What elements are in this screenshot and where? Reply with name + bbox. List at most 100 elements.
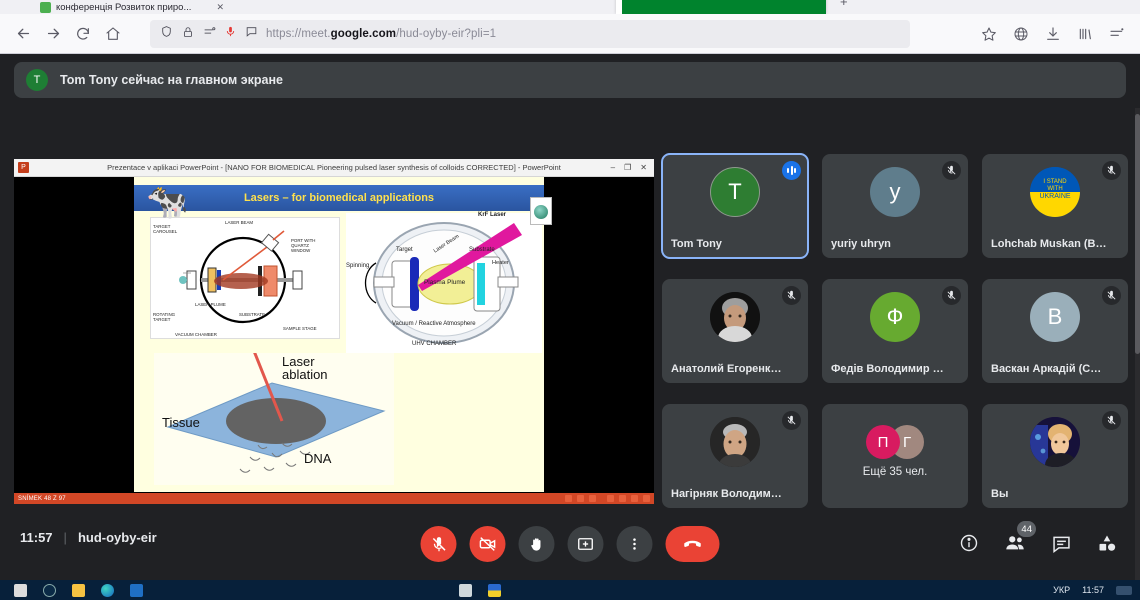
participant-tile-you[interactable]: Вы (982, 404, 1128, 508)
participant-tile-anatoliy-egorenko[interactable]: Анатолий Егоренк… (662, 279, 808, 383)
browser-navigation-bar: https://meet.google.com/hud-oyby-eir?pli… (0, 14, 1140, 54)
permissions-icon[interactable] (203, 25, 216, 43)
phone-hangup-icon (684, 540, 701, 547)
microphone-off-button[interactable] (420, 526, 457, 562)
close-icon[interactable]: ✕ (640, 163, 647, 172)
browser-tab-meet-active[interactable]: ВОСПРОИЗВОДИТСЯ ✕ (616, 0, 826, 14)
home-icon[interactable] (98, 19, 128, 49)
mic-muted-icon (782, 411, 801, 430)
translate-globe-icon[interactable] (1006, 19, 1036, 49)
file-explorer-icon[interactable] (72, 583, 85, 597)
participant-tile-nahirnyak-volodymyr[interactable]: Нагірняк Володим… (662, 404, 808, 508)
app-menu-icon[interactable] (1102, 19, 1132, 49)
browser-toolbar-right (974, 19, 1132, 49)
avatar-photo (710, 417, 760, 467)
chat-icon (1052, 536, 1070, 553)
participant-tile-more-people[interactable]: П Г Ещё 35 чел. (822, 404, 968, 508)
meeting-details-button[interactable] (956, 530, 982, 556)
mic-off-icon (432, 536, 446, 551)
edge-browser-icon[interactable] (101, 583, 114, 597)
slideshow-icon[interactable] (643, 495, 650, 502)
slide-content: Lasers – for biomedical applications 🐄 T… (134, 177, 544, 492)
minimize-icon[interactable]: – (611, 163, 615, 172)
more-options-button[interactable] (616, 526, 653, 562)
participant-tile-yuriy-uhryn[interactable]: y yuriy uhryn (822, 154, 968, 258)
banner-avatar: T (26, 69, 48, 91)
end-call-button[interactable] (665, 526, 720, 562)
language-indicator[interactable]: УКР (1053, 585, 1070, 595)
forward-arrow-icon[interactable] (38, 19, 68, 49)
lock-icon[interactable] (182, 25, 194, 43)
present-screen-icon (578, 538, 593, 550)
meet-bottom-bar: 11:57 | hud-oyby-eir 44 (0, 514, 1140, 580)
powerpoint-taskbar-icon[interactable] (459, 583, 472, 597)
meeting-code: hud-oyby-eir (77, 530, 157, 545)
library-icon[interactable] (1070, 19, 1100, 49)
normal-view-icon[interactable] (607, 495, 614, 502)
zoom-out-icon[interactable] (565, 495, 572, 502)
zoom-slider-icon[interactable] (577, 495, 584, 502)
tab-favicon-icon (40, 2, 51, 13)
more-vertical-icon (633, 538, 636, 550)
new-tab-button[interactable]: + (840, 0, 848, 9)
pld-vacuum-chamber-diagram: TARGET CAROUSEL LASER BEAM PORT WITH QUA… (150, 217, 340, 339)
powerpoint-view-controls (565, 495, 650, 502)
label-dna: DNA (304, 451, 332, 466)
app-icon[interactable] (130, 583, 143, 597)
activities-icon (1099, 535, 1116, 551)
shared-screen-presentation[interactable]: P Prezentace v aplikaci PowerPoint - [NA… (14, 159, 654, 504)
participant-tile-vaskan-arkadiy[interactable]: В Васкан Аркадій (С… (982, 279, 1128, 383)
raise-hand-button[interactable] (518, 526, 555, 562)
info-icon (960, 534, 978, 552)
powerpoint-window-title: Prezentace v aplikaci PowerPoint - [NANO… (107, 163, 561, 172)
chat-button[interactable] (1048, 530, 1074, 556)
bookmark-star-icon[interactable] (974, 19, 1004, 49)
powerpoint-status-bar: SNÍMEK 48 Z 97 (14, 493, 654, 504)
google-meet-app: T Tom Tony сейчас на главном экране P Pr… (0, 54, 1140, 600)
reading-view-icon[interactable] (631, 495, 638, 502)
camera-off-button[interactable] (469, 526, 506, 562)
participant-name: Tom Tony (671, 238, 722, 250)
taskbar-clock[interactable]: 11:57 (1082, 585, 1104, 595)
avatar-ukraine-flag: I STAND WITH UKRAINE (1030, 167, 1080, 217)
avatar: y (870, 167, 920, 217)
show-everyone-button[interactable]: 44 (1002, 521, 1036, 556)
taskbar-icons (0, 583, 501, 597)
downloads-icon[interactable] (1038, 19, 1068, 49)
reload-icon[interactable] (68, 19, 98, 49)
notifications-icon[interactable] (245, 25, 258, 43)
label-substrate: Substrate (469, 247, 495, 253)
participant-tile-fediv-volodymyr[interactable]: Ф Федів Володимир … (822, 279, 968, 383)
participant-name: Вы (991, 488, 1009, 500)
browser-tab-conference[interactable]: конференція Розвиток приро... ✕ (34, 0, 230, 14)
maximize-icon[interactable]: ❐ (624, 163, 631, 172)
tab-title: конференція Розвиток приро... (56, 2, 192, 13)
start-button-icon[interactable] (14, 583, 27, 597)
url-address-bar[interactable]: https://meet.google.com/hud-oyby-eir?pli… (150, 19, 910, 48)
svg-text:UKRAINE: UKRAINE (1039, 193, 1070, 200)
meeting-time: 11:57 (20, 530, 53, 545)
participant-name: Васкан Аркадій (С… (991, 363, 1102, 375)
meet-taskbar-icon[interactable] (488, 583, 501, 597)
participant-name: Lohchab Muskan (B… (991, 238, 1107, 250)
activities-button[interactable] (1094, 530, 1120, 556)
taskbar-system-tray: УКР 11:57 (1053, 585, 1140, 595)
microphone-icon[interactable] (225, 25, 236, 43)
zoom-in-icon[interactable] (589, 495, 596, 502)
participant-tile-tom-tony[interactable]: T Tom Tony (661, 153, 809, 259)
slide-canvas: Lasers – for biomedical applications 🐄 T… (14, 177, 654, 504)
participant-tile-lohchab-muskan[interactable]: I STAND WITH UKRAINE Lohchab Muskan (B… (982, 154, 1128, 258)
slide-sorter-icon[interactable] (619, 495, 626, 502)
present-screen-button[interactable] (567, 526, 604, 562)
shield-icon[interactable] (160, 25, 173, 43)
screen: конференція Розвиток приро... ✕ ВОСПРОИЗ… (0, 0, 1140, 600)
tab-close-icon[interactable]: ✕ (216, 2, 224, 13)
search-icon[interactable] (43, 583, 56, 597)
show-desktop-icon[interactable] (1116, 585, 1132, 595)
label-port-quartz-window: PORT WITH QUARTZ WINDOW (291, 238, 316, 254)
page-scrollbar-thumb[interactable] (1135, 114, 1140, 354)
uhv-chamber-diagram: KrF Laser Laser Beam Target Substrate He… (346, 212, 542, 353)
label-vacuum-reactive-atmosphere: Vacuum / Reactive Atmosphere (392, 321, 476, 327)
avatar: В (1030, 292, 1080, 342)
back-arrow-icon[interactable] (8, 19, 38, 49)
